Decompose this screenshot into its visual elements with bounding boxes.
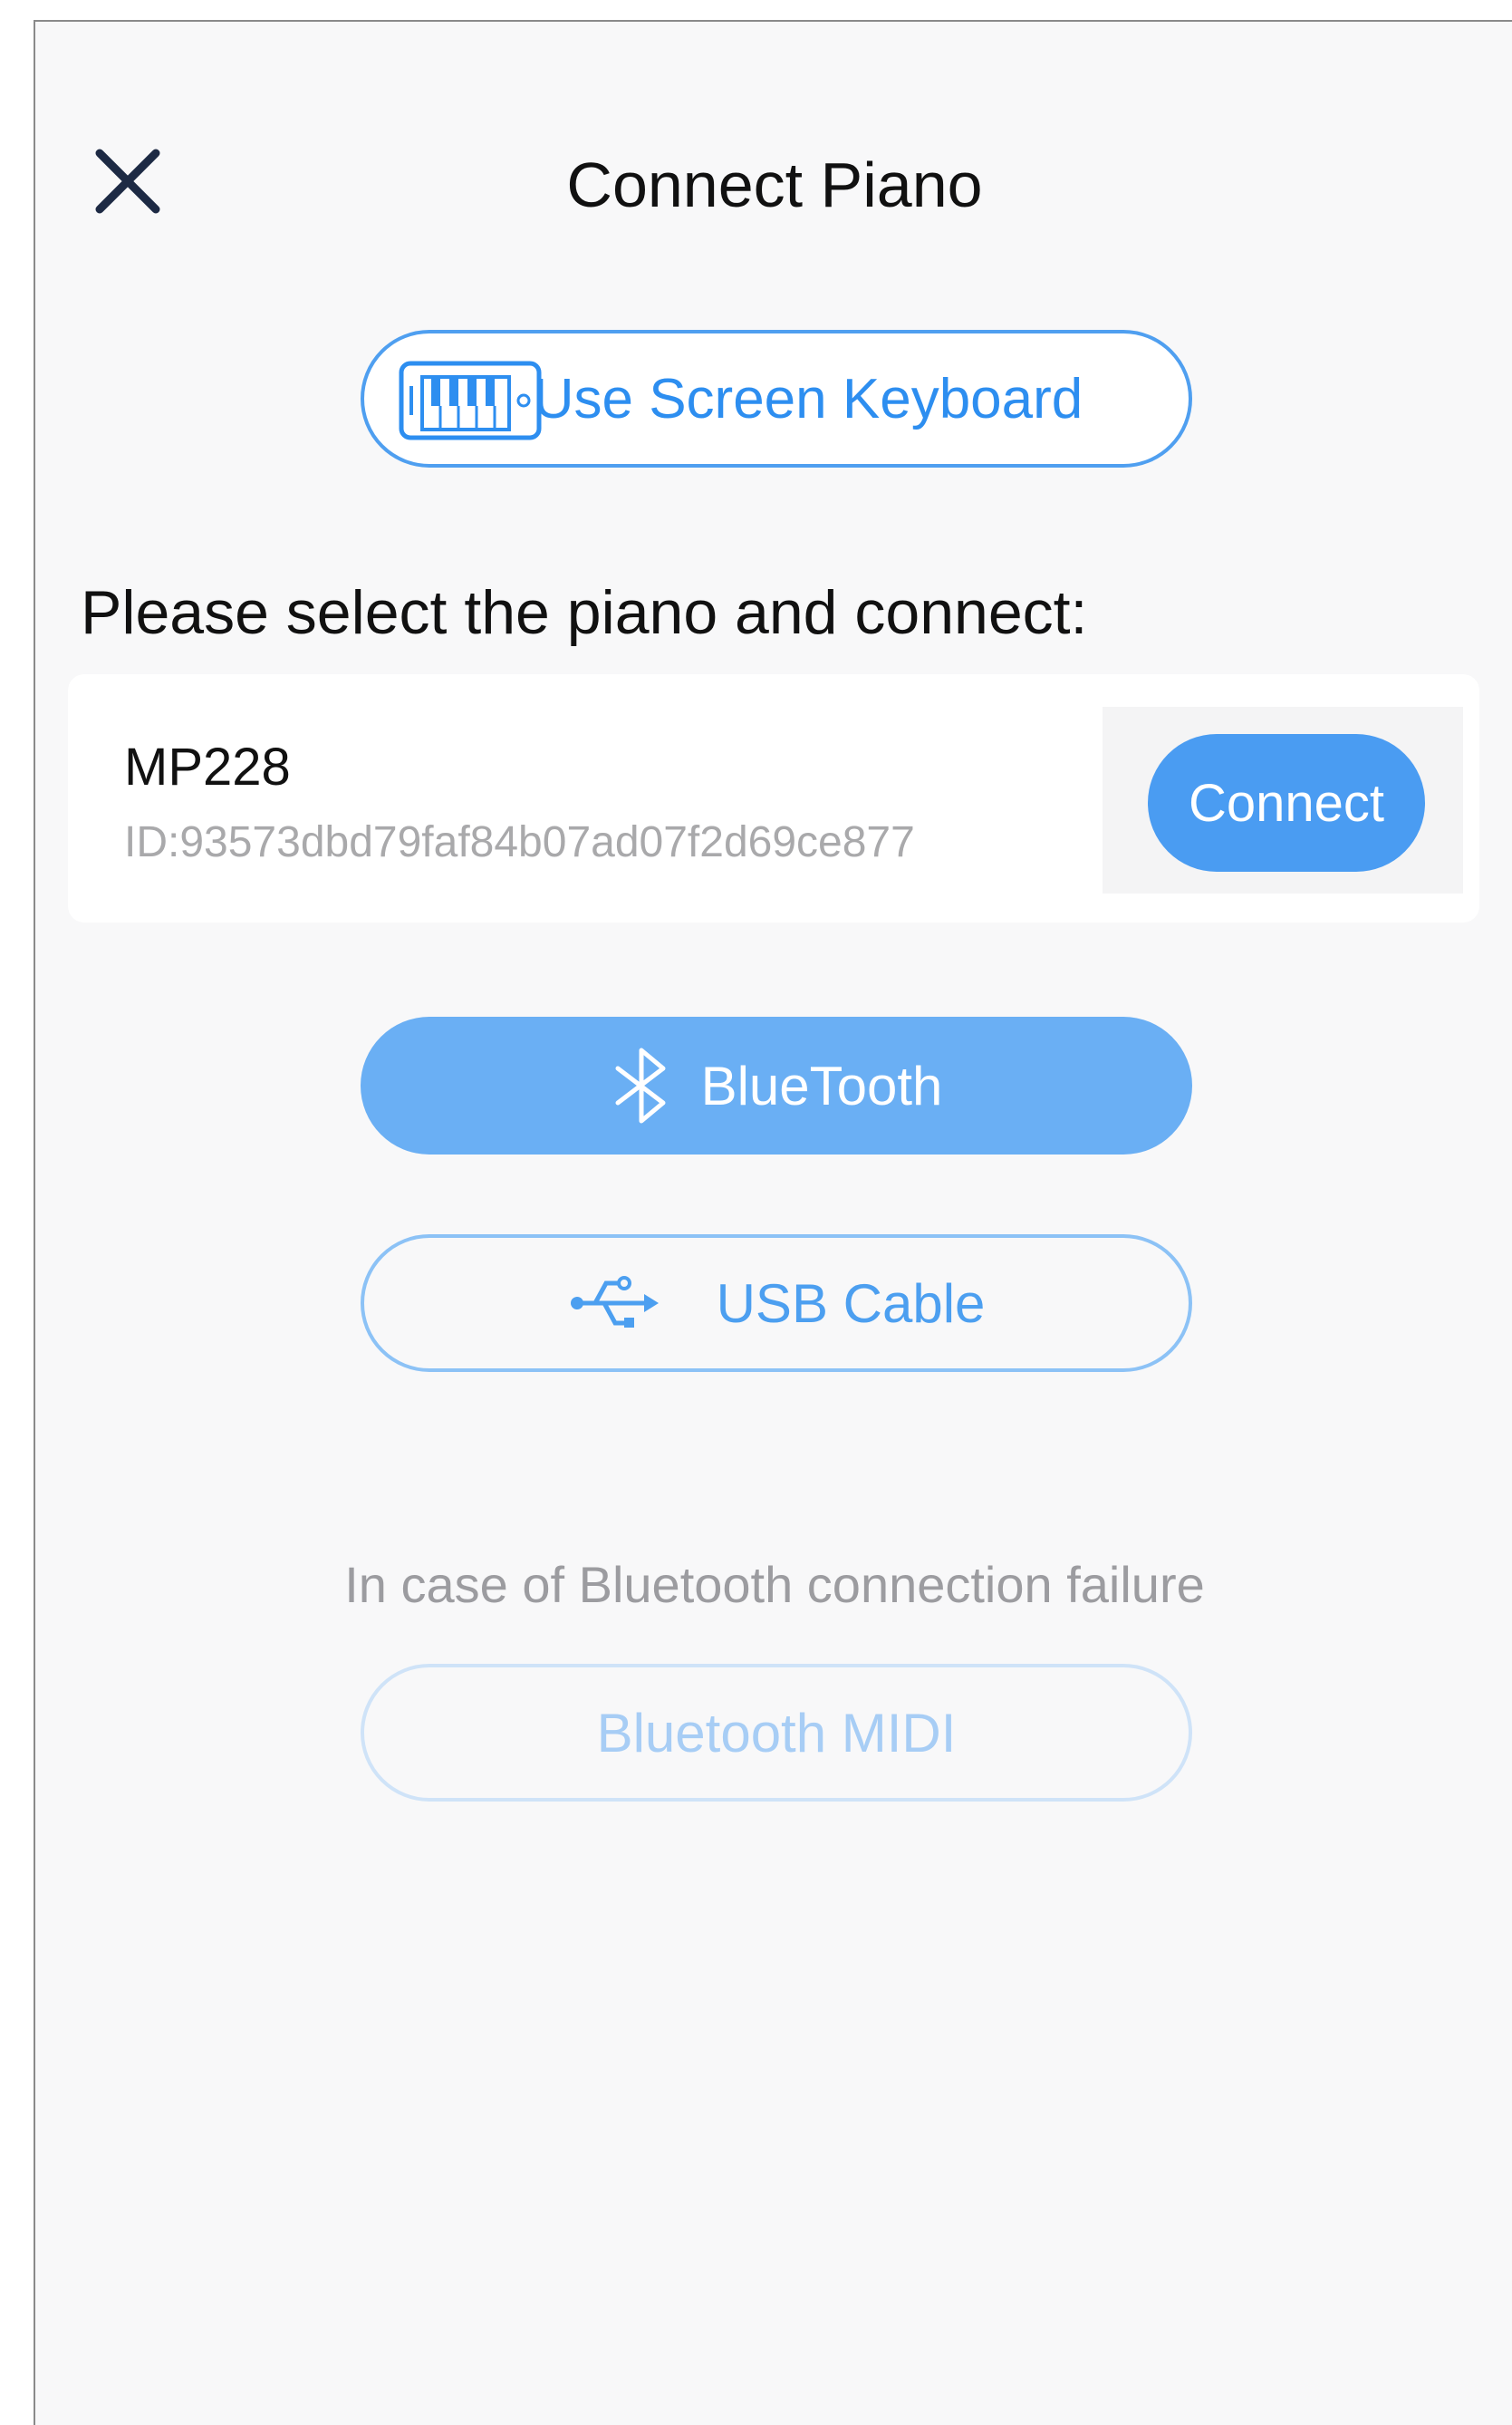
bluetooth-midi-button[interactable]: Bluetooth MIDI bbox=[361, 1664, 1192, 1802]
bluetooth-midi-label: Bluetooth MIDI bbox=[596, 1702, 957, 1763]
device-name: MP228 bbox=[124, 738, 291, 797]
usb-cable-mode-button[interactable]: USB Cable bbox=[361, 1234, 1192, 1372]
use-screen-keyboard-button[interactable]: Use Screen Keyboard bbox=[361, 330, 1192, 468]
usb-cable-mode-label: USB Cable bbox=[716, 1272, 986, 1334]
bluetooth-mode-button[interactable]: BlueTooth bbox=[361, 1017, 1192, 1155]
bluetooth-icon bbox=[615, 1048, 666, 1124]
bluetooth-mode-label: BlueTooth bbox=[700, 1055, 943, 1116]
connect-button[interactable]: Connect bbox=[1148, 734, 1425, 872]
connect-piano-screen: Connect Piano Use Screen Keyboard Please… bbox=[34, 20, 1512, 2425]
use-screen-keyboard-label: Use Screen Keyboard bbox=[533, 367, 1083, 430]
select-piano-prompt: Please select the piano and connect: bbox=[81, 578, 1088, 647]
device-id: ID:93573dbd79faf84b07ad07f2d69ce877 bbox=[124, 818, 915, 866]
bluetooth-failure-note: In case of Bluetooth connection failure bbox=[344, 1556, 1205, 1613]
page-title: Connect Piano bbox=[566, 150, 983, 220]
piano-keyboard-icon bbox=[399, 361, 542, 440]
usb-icon bbox=[570, 1276, 659, 1328]
